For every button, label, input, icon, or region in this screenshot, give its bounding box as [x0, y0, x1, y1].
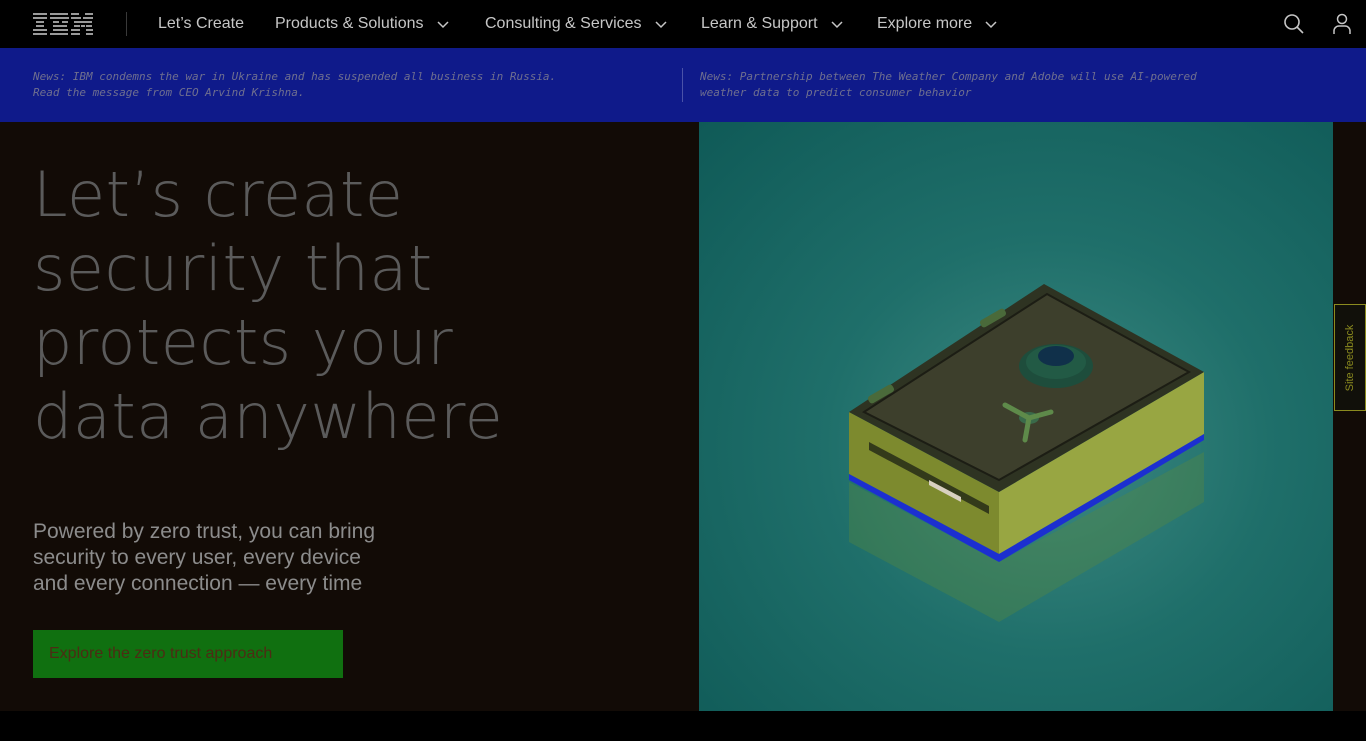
news-divider	[682, 68, 683, 102]
hero-section: Let’s create security that protects your…	[0, 122, 1366, 711]
news-line: News: IBM condemns the war in Ukraine an…	[33, 70, 557, 83]
top-navigation: Let’s Create Products & Solutions Consul…	[0, 0, 1366, 48]
news-banner: News: IBM condemns the war in Ukraine an…	[0, 48, 1366, 122]
hero-subhead: Powered by zero trust, you can bring sec…	[33, 519, 413, 597]
nav-item-label: Learn & Support	[701, 15, 818, 32]
nav-divider	[126, 12, 127, 36]
subhead-line: security to every user, every device	[33, 546, 361, 569]
news-item-weather-adobe[interactable]: News: Partnership between The Weather Co…	[700, 69, 1340, 101]
chevron-down-icon	[831, 21, 843, 29]
safe-graphic	[849, 284, 1204, 622]
ibm-logo[interactable]	[33, 13, 93, 35]
news-line: weather data to predict consumer behavio…	[700, 86, 972, 99]
search-icon[interactable]	[1282, 12, 1306, 36]
site-feedback-tab[interactable]: Site feedback	[1334, 304, 1366, 411]
chevron-down-icon	[654, 21, 667, 29]
nav-item-lets-create[interactable]: Let’s Create	[158, 0, 244, 48]
news-item-ukraine[interactable]: News: IBM condemns the war in Ukraine an…	[33, 69, 673, 101]
nav-item-label: Let’s Create	[158, 15, 244, 32]
site-feedback-label: Site feedback	[1344, 324, 1356, 391]
nav-item-learn-support[interactable]: Learn & Support	[701, 0, 844, 48]
chevron-down-icon	[437, 21, 449, 29]
news-line: News: Partnership between The Weather Co…	[700, 70, 1197, 83]
safe-illustration	[699, 122, 1333, 711]
nav-item-consulting-services[interactable]: Consulting & Services	[485, 0, 668, 48]
explore-zero-trust-button[interactable]: Explore the zero trust approach	[33, 630, 343, 678]
subhead-line: Powered by zero trust, you can bring	[33, 520, 376, 543]
headline-line: protects your	[33, 306, 454, 379]
nav-item-explore-more[interactable]: Explore more	[877, 0, 998, 48]
hero-headline: Let’s create security that protects your…	[33, 158, 673, 454]
page-bottom-strip	[0, 711, 1366, 741]
cta-label: Explore the zero trust approach	[49, 645, 273, 662]
nav-item-label: Explore more	[877, 15, 973, 32]
headline-line: data anywhere	[33, 380, 504, 453]
user-icon[interactable]	[1330, 12, 1354, 36]
nav-item-label: Products & Solutions	[275, 15, 424, 32]
chevron-down-icon	[985, 21, 997, 29]
news-line: Read the message from CEO Arvind Krishna…	[33, 86, 305, 99]
subhead-line: and every connection — every time	[33, 572, 363, 595]
nav-item-products-solutions[interactable]: Products & Solutions	[275, 0, 450, 48]
headline-line: Let’s create	[33, 158, 404, 231]
headline-line: security that	[33, 232, 433, 305]
nav-item-label: Consulting & Services	[485, 15, 642, 32]
